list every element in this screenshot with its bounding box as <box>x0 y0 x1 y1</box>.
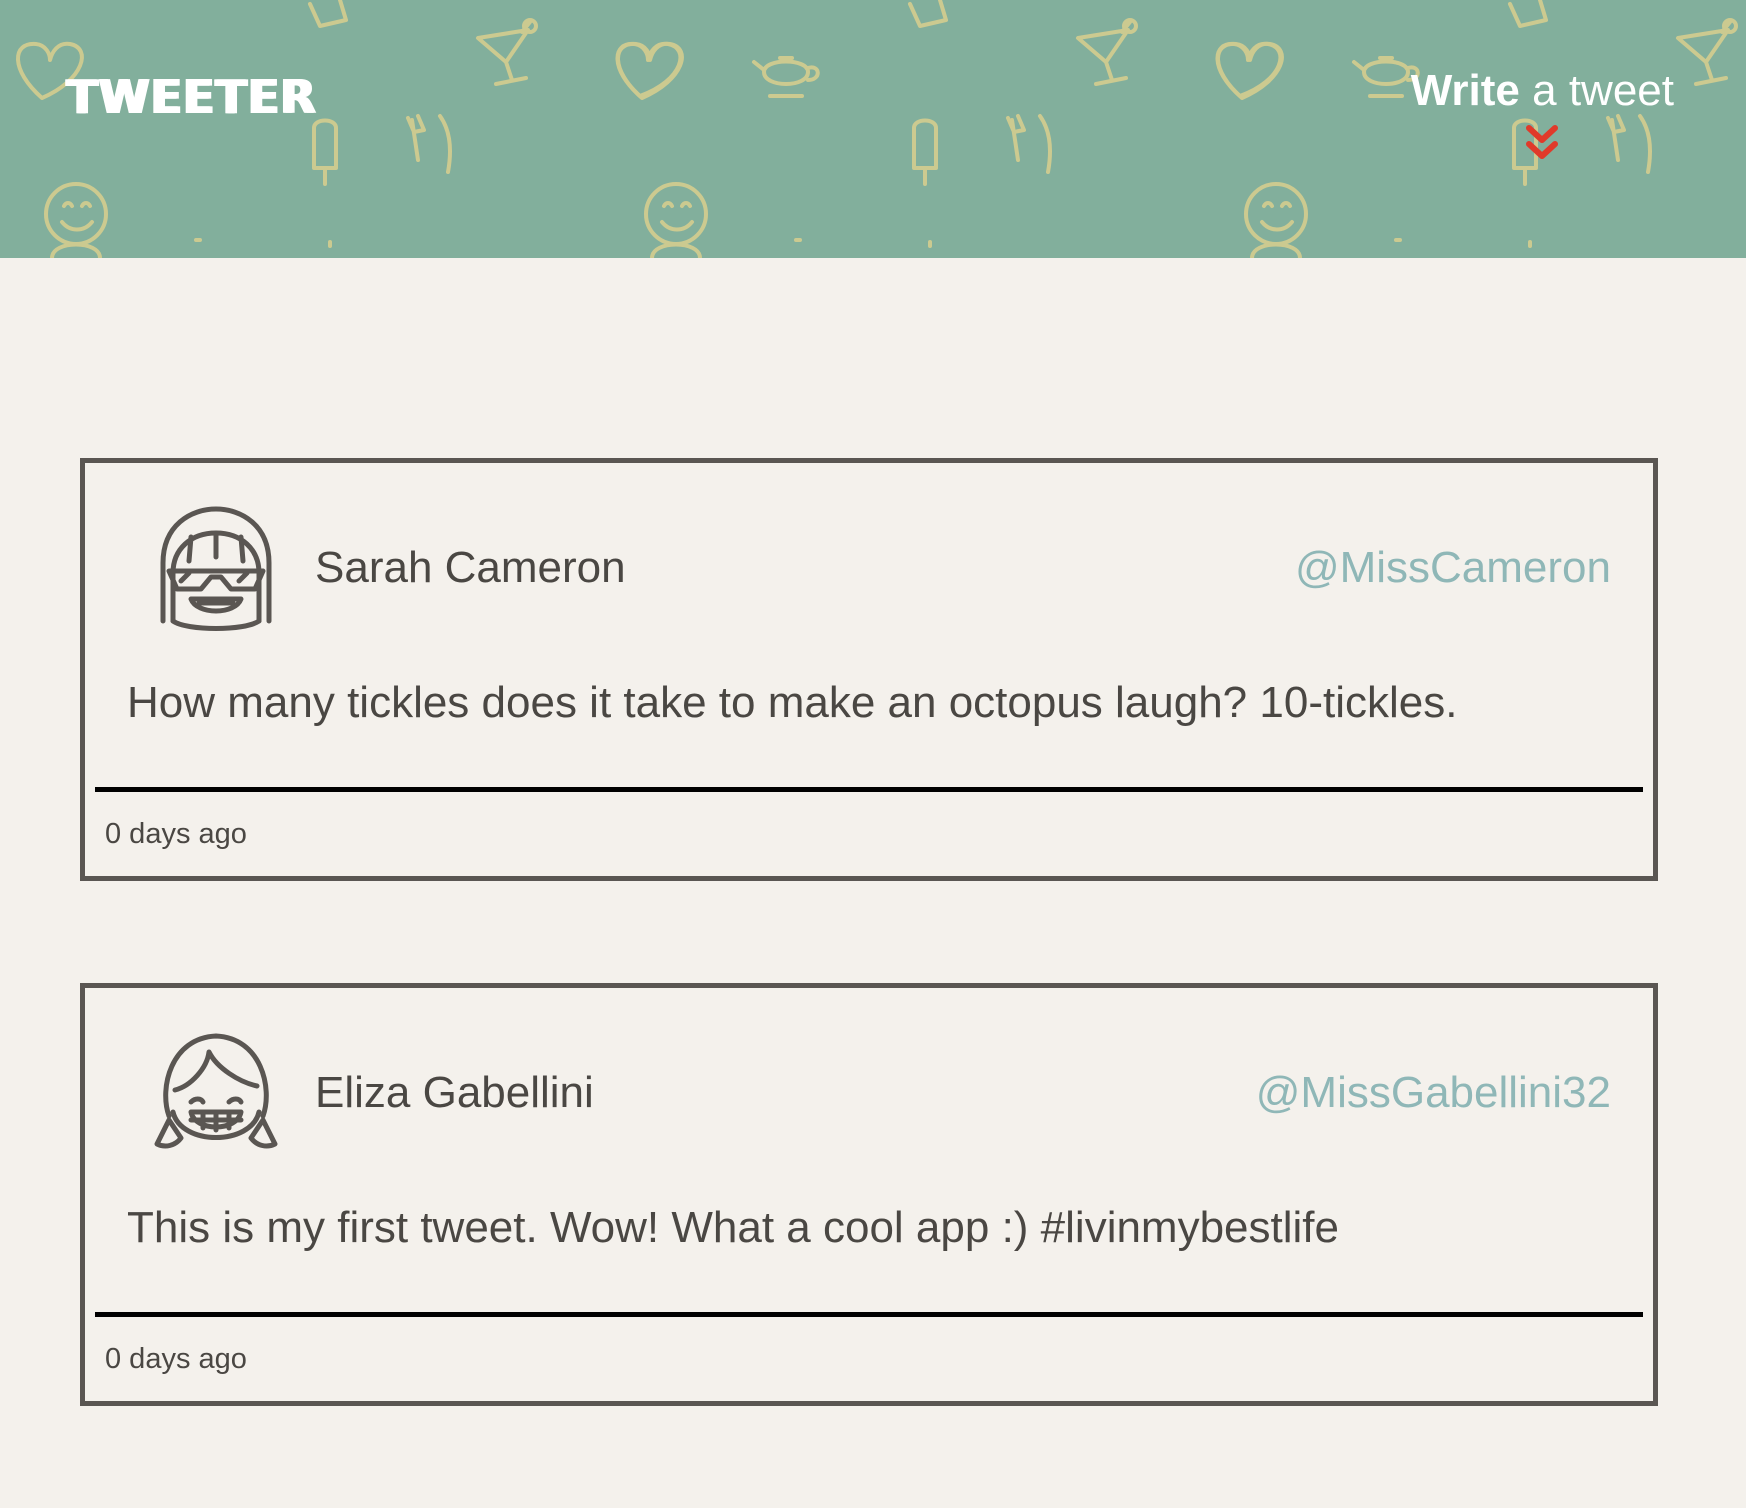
tweet-author-name[interactable]: Sarah Cameron <box>315 543 626 593</box>
brand-logo[interactable]: TWEETER <box>66 70 316 124</box>
tweet-author-handle[interactable]: @MissCameron <box>1295 543 1611 593</box>
tweet-card: Sarah Cameron @MissCameron How many tick… <box>80 458 1658 881</box>
tweet-header: Eliza Gabellini @MissGabellini32 <box>85 988 1653 1198</box>
girl-pigtails-icon <box>154 1033 278 1149</box>
tweet-header: Sarah Cameron @MissCameron <box>85 463 1653 673</box>
write-tweet-toggle[interactable]: Write a tweet <box>1411 66 1674 162</box>
site-header: TWEETER Write a tweet <box>0 0 1746 258</box>
double-chevron-down-icon[interactable] <box>1525 124 1559 162</box>
tweet-timestamp: 0 days ago <box>105 818 247 850</box>
tweet-timestamp: 0 days ago <box>105 1343 247 1375</box>
write-tweet-label: a tweet <box>1519 66 1674 115</box>
tweet-text: How many tickles does it take to make an… <box>127 678 1458 727</box>
tweet-author-handle[interactable]: @MissGabellini32 <box>1256 1068 1611 1118</box>
tweet-card: Eliza Gabellini @MissGabellini32 This is… <box>80 983 1658 1406</box>
tweet-text: This is my first tweet. Wow! What a cool… <box>127 1203 1339 1252</box>
tweet-author-name[interactable]: Eliza Gabellini <box>315 1068 594 1118</box>
tweet-feed: Sarah Cameron @MissCameron How many tick… <box>80 458 1658 1508</box>
write-tweet-bold-label: Write <box>1410 66 1520 115</box>
girl-sunglasses-icon <box>160 506 272 631</box>
